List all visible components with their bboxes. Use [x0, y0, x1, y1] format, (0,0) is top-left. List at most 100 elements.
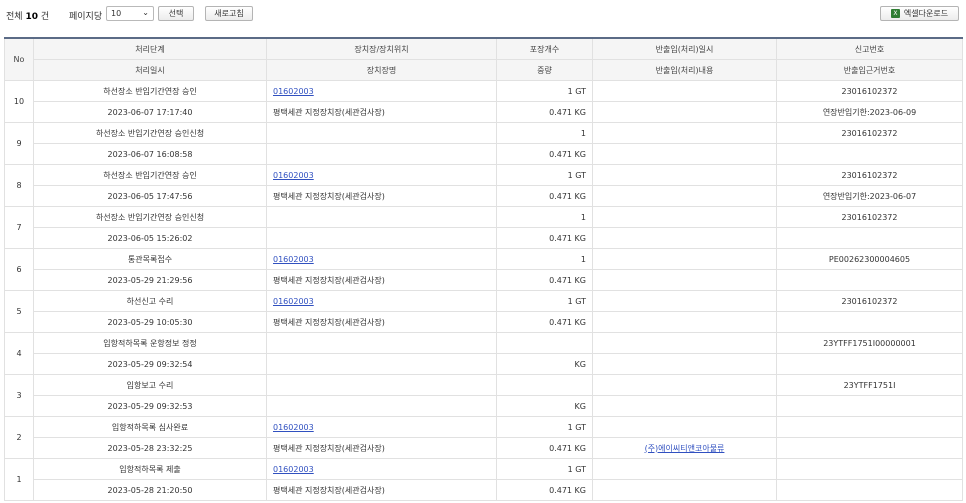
- table-row: 8 하선장소 반입기간연장 승인 01602003 1 GT 23016102372: [4, 164, 963, 207]
- row-no: 1: [4, 458, 34, 501]
- location-code-link[interactable]: 01602003: [273, 255, 314, 264]
- location-code-link[interactable]: 01602003: [273, 87, 314, 96]
- stage-cell: 입항적하목록 운항정보 정정: [33, 332, 267, 354]
- col-basis-no: 반출입근거번호: [776, 59, 963, 81]
- packages-cell: 1 GT: [496, 164, 593, 186]
- location-name-cell: 평택세관 지정장치장(세관검사장): [266, 311, 497, 333]
- stage-cell: 입항보고 수리: [33, 374, 267, 396]
- report-no-cell: 23016102372: [776, 122, 963, 144]
- header-row-2: 처리일시 장치장명 중량 반출입(처리)내용 반출입근거번호: [5, 59, 963, 81]
- table-row: 9 하선장소 반입기간연장 승인신청 1 23016102372: [4, 122, 963, 165]
- stage-cell: 입항적하목록 심사완료: [33, 416, 267, 438]
- stage-date-cell: 2023-05-28 23:32:25: [33, 437, 267, 459]
- table-row: 3 입항보고 수리 23YTFF1751I: [4, 374, 963, 417]
- excel-icon: X: [890, 9, 900, 18]
- stage-cell: 하선장소 반입기간연장 승인신청: [33, 206, 267, 228]
- table-row: 1 입항적하목록 제출 01602003 1 GT: [4, 458, 963, 501]
- location-code-cell: 01602003: [266, 416, 497, 438]
- row-no: 9: [4, 122, 34, 165]
- basis-no-cell: [776, 479, 963, 501]
- packages-cell: 1: [496, 248, 593, 270]
- col-stage-date: 처리일시: [33, 59, 267, 81]
- header-row-1: No 처리단계 장치장/장치위치 포장개수 반출입(처리)일시 신고번호: [4, 37, 963, 81]
- history-table: No 처리단계 장치장/장치위치 포장개수 반출입(처리)일시 신고번호 처리일…: [4, 37, 963, 501]
- location-code-cell: 01602003: [266, 458, 497, 480]
- row-no: 10: [4, 80, 34, 123]
- inout-content-cell: [592, 185, 777, 207]
- inout-date-cell: [592, 374, 777, 396]
- stage-cell: 입항적하목록 제출: [33, 458, 267, 480]
- basis-no-cell: [776, 353, 963, 375]
- stage-date-cell: 2023-05-29 21:29:56: [33, 269, 267, 291]
- row-no: 2: [4, 416, 34, 459]
- total-count: 10: [25, 12, 38, 22]
- report-no-cell: 23016102372: [776, 80, 963, 102]
- location-code-cell: [266, 122, 497, 144]
- location-code-link[interactable]: 01602003: [273, 297, 314, 306]
- table-row-detail: 2023-05-28 21:20:50 평택세관 지정장치장(세관검사장) 0.47…: [5, 479, 963, 501]
- inout-content-cell: [592, 227, 777, 249]
- packages-cell: 1 GT: [496, 290, 593, 312]
- per-page-select[interactable]: 10 ⌄: [106, 6, 154, 21]
- weight-cell: KG: [496, 353, 593, 375]
- packages-cell: [496, 332, 593, 354]
- table-body: 10 하선장소 반입기간연장 승인 01602003 1 GT 23016102372 2…: [4, 80, 963, 501]
- col-report-no: 신고번호: [776, 37, 963, 60]
- row-no: 4: [4, 332, 34, 375]
- location-code-cell: [266, 332, 497, 354]
- basis-no-cell: 연장반입기한:2023-06-09: [776, 101, 963, 123]
- location-code-link[interactable]: 01602003: [273, 465, 314, 474]
- table-row-detail: 2023-05-29 10:05:30 평택세관 지정장치장(세관검사장) 0.47…: [5, 311, 963, 333]
- location-name-cell: [266, 353, 497, 375]
- table-row: 2 입항적하목록 심사완료 01602003 1 GT: [4, 416, 963, 459]
- inout-content-cell: [592, 479, 777, 501]
- weight-cell: 0.471 KG: [496, 143, 593, 165]
- table-row: 10 하선장소 반입기간연장 승인 01602003 1 GT 23016102372: [4, 80, 963, 123]
- table-row: 6 통관목록접수 01602003 1 PE00262300004605: [4, 248, 963, 291]
- weight-cell: 0.471 KG: [496, 479, 593, 501]
- table-row-detail: 2023-05-29 21:29:56 평택세관 지정장치장(세관검사장) 0.47…: [5, 269, 963, 291]
- basis-no-cell: [776, 311, 963, 333]
- weight-cell: 0.471 KG: [496, 269, 593, 291]
- table-row: 7 하선장소 반입기간연장 승인신청 1 23016102372: [4, 206, 963, 249]
- location-name-cell: 평택세관 지정장치장(세관검사장): [266, 437, 497, 459]
- stage-cell: 하선장소 반입기간연장 승인: [33, 80, 267, 102]
- location-name-cell: 평택세관 지정장치장(세관검사장): [266, 185, 497, 207]
- basis-no-cell: [776, 395, 963, 417]
- inout-content-link[interactable]: (주)에이씨티앤코아물류: [645, 444, 725, 453]
- col-inout-date: 반출입(처리)일시: [592, 37, 777, 60]
- inout-content-cell: [592, 143, 777, 165]
- table-row-detail: 2023-06-07 17:17:40 평택세관 지정장치장(세관검사장) 0.47…: [5, 101, 963, 123]
- basis-no-cell: 연장반입기한:2023-06-07: [776, 185, 963, 207]
- total-suffix: 건: [40, 12, 50, 22]
- location-code-link[interactable]: 01602003: [273, 423, 314, 432]
- basis-no-cell: [776, 269, 963, 291]
- location-code-cell: 01602003: [266, 80, 497, 102]
- table-row-detail: 2023-05-29 09:32:54 KG: [5, 353, 963, 375]
- stage-date-cell: 2023-05-29 09:32:53: [33, 395, 267, 417]
- excel-download-label: 엑셀다운로드: [903, 9, 949, 18]
- location-code-link[interactable]: 01602003: [273, 171, 314, 180]
- stage-cell: 통관목록접수: [33, 248, 267, 270]
- packages-cell: 1 GT: [496, 80, 593, 102]
- report-no-cell: 23016102372: [776, 290, 963, 312]
- location-name-cell: [266, 227, 497, 249]
- col-inout-content: 반출입(처리)내용: [592, 59, 777, 81]
- inout-content-cell: [592, 395, 777, 417]
- inout-content-cell: [592, 269, 777, 291]
- select-button[interactable]: 선택: [158, 6, 194, 21]
- refresh-button[interactable]: 새로고침: [205, 6, 253, 21]
- report-no-cell: 23016102372: [776, 164, 963, 186]
- row-no: 7: [4, 206, 34, 249]
- packages-cell: 1: [496, 122, 593, 144]
- stage-cell: 하선장소 반입기간연장 승인신청: [33, 122, 267, 144]
- inout-date-cell: [592, 458, 777, 480]
- table-row-detail: 2023-06-05 15:26:02 0.471 KG: [5, 227, 963, 249]
- report-no-cell: [776, 458, 963, 480]
- excel-download-button[interactable]: X 엑셀다운로드: [880, 6, 959, 21]
- table-row-detail: 2023-06-05 17:47:56 평택세관 지정장치장(세관검사장) 0.47…: [5, 185, 963, 207]
- packages-cell: 1 GT: [496, 458, 593, 480]
- location-code-cell: 01602003: [266, 164, 497, 186]
- weight-cell: 0.471 KG: [496, 227, 593, 249]
- table-row: 5 하선신고 수리 01602003 1 GT 23016102372: [4, 290, 963, 333]
